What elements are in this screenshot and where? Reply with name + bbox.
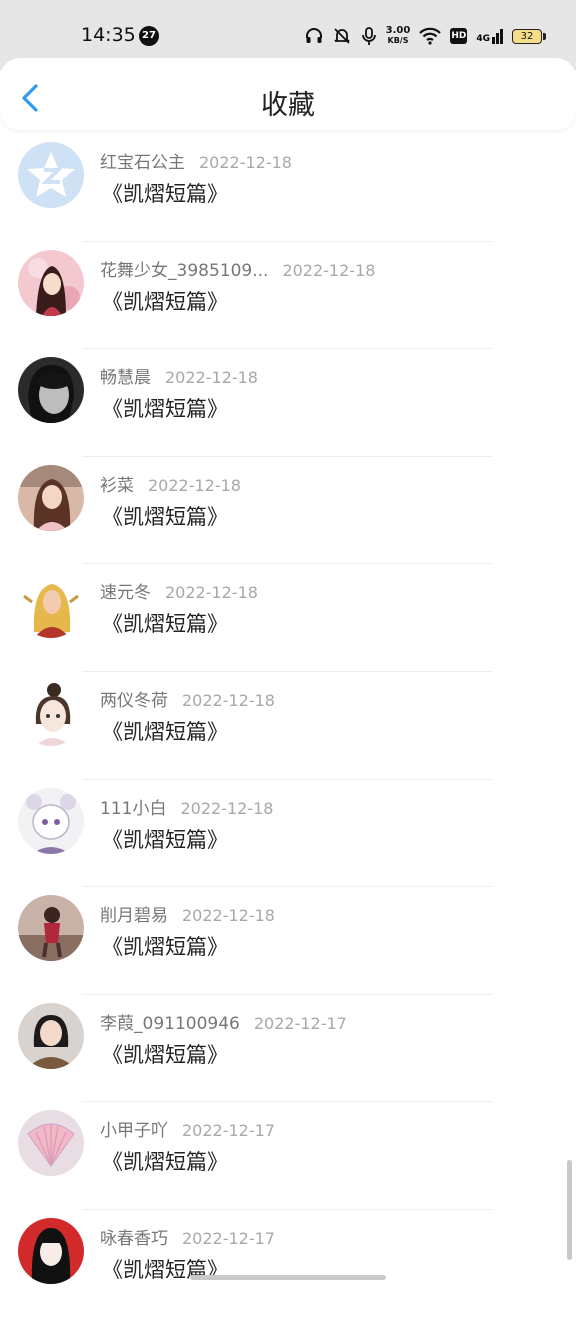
avatar[interactable] bbox=[18, 464, 84, 531]
work-title[interactable]: 《凯熠短篇》 bbox=[102, 608, 228, 638]
work-title[interactable]: 《凯熠短篇》 bbox=[102, 931, 228, 961]
item-date: 2022-12-18 bbox=[182, 690, 275, 710]
item-meta: 衫菜 2022-12-18 bbox=[100, 471, 241, 496]
item-meta: 两仪冬荷 2022-12-18 bbox=[100, 686, 275, 711]
work-title[interactable]: 《凯熠短篇》 bbox=[102, 1039, 228, 1069]
item-meta: 111小白 2022-12-18 bbox=[100, 794, 273, 819]
item-date: 2022-12-18 bbox=[180, 798, 274, 818]
item-meta: 咏春香巧 2022-12-17 bbox=[100, 1224, 275, 1249]
mic-icon bbox=[361, 27, 376, 45]
work-title[interactable]: 《凯熠短篇》 bbox=[102, 716, 228, 746]
status-time: 14:35 bbox=[81, 24, 136, 46]
item-date: 2022-12-18 bbox=[282, 260, 376, 280]
work-title[interactable]: 《凯熠短篇》 bbox=[102, 393, 228, 423]
item-meta: 速元冬 2022-12-18 bbox=[100, 578, 258, 603]
user-name[interactable]: 衫菜 bbox=[100, 476, 134, 496]
work-title[interactable]: 《凯熠短篇》 bbox=[102, 178, 228, 208]
user-name[interactable]: 花舞少女_3985109... bbox=[100, 261, 268, 281]
list-item[interactable]: 李葭_091100946 2022-12-17 《凯熠短篇》 bbox=[0, 995, 576, 1103]
list-item[interactable]: 削月碧易 2022-12-18 《凯熠短篇》 bbox=[0, 887, 576, 995]
list-item[interactable]: 花舞少女_3985109... 2022-12-18 《凯熠短篇》 bbox=[0, 242, 576, 350]
list-item[interactable]: 小甲子吖 2022-12-17 《凯熠短篇》 bbox=[0, 1102, 576, 1210]
item-meta: 红宝石公主 2022-12-18 bbox=[100, 148, 292, 173]
avatar[interactable] bbox=[18, 572, 84, 639]
signal-icon: 4G bbox=[476, 28, 503, 44]
avatar[interactable] bbox=[18, 1110, 84, 1177]
list-item[interactable]: 111小白 2022-12-18 《凯熠短篇》 bbox=[0, 780, 576, 888]
avatar[interactable] bbox=[18, 1002, 84, 1069]
item-date: 2022-12-18 bbox=[182, 906, 275, 926]
mute-icon bbox=[334, 28, 350, 44]
user-name[interactable]: 两仪冬荷 bbox=[100, 691, 168, 711]
status-icons: 3.00 KB/S HD 4G 32 bbox=[305, 22, 546, 50]
avatar[interactable] bbox=[18, 787, 84, 854]
list-item[interactable]: 两仪冬荷 2022-12-18 《凯熠短篇》 bbox=[0, 672, 576, 780]
work-title[interactable]: 《凯熠短篇》 bbox=[102, 1146, 228, 1176]
list-item[interactable]: 咏春香巧 2022-12-17 《凯熠短篇》 bbox=[0, 1210, 576, 1318]
list-item[interactable]: 畅慧晨 2022-12-18 《凯熠短篇》 bbox=[0, 349, 576, 457]
item-meta: 李葭_091100946 2022-12-17 bbox=[100, 1009, 347, 1034]
avatar[interactable] bbox=[18, 357, 84, 424]
item-meta: 小甲子吖 2022-12-17 bbox=[100, 1116, 275, 1141]
item-meta: 花舞少女_3985109... 2022-12-18 bbox=[100, 256, 375, 281]
user-name[interactable]: 李葭_091100946 bbox=[100, 1014, 240, 1034]
item-date: 2022-12-17 bbox=[253, 1013, 347, 1033]
avatar[interactable] bbox=[18, 679, 84, 746]
scrollbar[interactable] bbox=[567, 1160, 572, 1260]
work-title[interactable]: 《凯熠短篇》 bbox=[102, 824, 228, 854]
item-meta: 削月碧易 2022-12-18 bbox=[100, 901, 275, 926]
page-title: 收藏 bbox=[261, 90, 315, 121]
user-name[interactable]: 削月碧易 bbox=[100, 906, 168, 926]
wifi-icon bbox=[419, 27, 442, 45]
work-title[interactable]: 《凯熠短篇》 bbox=[102, 286, 228, 316]
item-date: 2022-12-18 bbox=[165, 368, 258, 388]
network-speed: 3.00 KB/S bbox=[385, 25, 411, 46]
item-date: 2022-12-17 bbox=[182, 1121, 275, 1141]
user-name[interactable]: 小甲子吖 bbox=[100, 1121, 168, 1141]
home-indicator[interactable] bbox=[190, 1275, 386, 1280]
work-title[interactable]: 《凯熠短篇》 bbox=[102, 501, 228, 531]
item-meta: 畅慧晨 2022-12-18 bbox=[100, 363, 258, 388]
hd-icon: HD bbox=[450, 28, 468, 44]
battery-icon: 32 bbox=[512, 28, 546, 44]
user-name[interactable]: 111小白 bbox=[100, 799, 166, 819]
avatar[interactable] bbox=[18, 1217, 84, 1284]
user-name[interactable]: 畅慧晨 bbox=[100, 368, 151, 388]
list-item[interactable]: 衫菜 2022-12-18 《凯熠短篇》 bbox=[0, 457, 576, 565]
item-date: 2022-12-17 bbox=[182, 1228, 275, 1248]
list-item[interactable]: 速元冬 2022-12-18 《凯熠短篇》 bbox=[0, 564, 576, 672]
avatar[interactable] bbox=[18, 895, 84, 962]
list-item[interactable]: 红宝石公主 2022-12-18 《凯熠短篇》 bbox=[0, 134, 576, 242]
favorites-list: 红宝石公主 2022-12-18 《凯熠短篇》 花舞少女_3985109... 20… bbox=[0, 134, 576, 1318]
user-name[interactable]: 咏春香巧 bbox=[100, 1229, 168, 1249]
headphones-icon bbox=[305, 28, 322, 43]
avatar[interactable] bbox=[18, 142, 84, 208]
item-date: 2022-12-18 bbox=[148, 475, 241, 495]
app-header: 收藏 bbox=[0, 58, 576, 130]
user-name[interactable]: 红宝石公主 bbox=[100, 153, 185, 173]
item-date: 2022-12-18 bbox=[199, 153, 292, 172]
notification-badge: 27 bbox=[139, 26, 159, 46]
item-date: 2022-12-18 bbox=[165, 583, 258, 603]
user-name[interactable]: 速元冬 bbox=[100, 583, 151, 603]
avatar[interactable] bbox=[18, 249, 84, 316]
